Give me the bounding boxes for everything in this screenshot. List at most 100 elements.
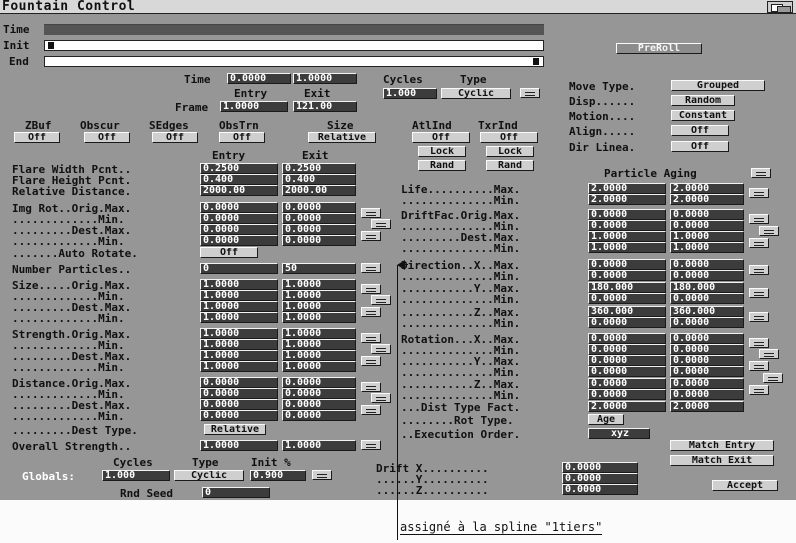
zbuf-button[interactable]: Off <box>14 132 60 143</box>
img-rot-link-icon[interactable] <box>371 219 391 229</box>
dist-type-fact-a[interactable]: 2.0000 <box>588 401 666 412</box>
img-rot-dest-min-entry[interactable]: 0.0000 <box>200 235 278 246</box>
rnd-seed-field[interactable]: 0 <box>202 487 270 498</box>
particle-aging-menu-icon[interactable] <box>751 168 771 178</box>
preroll-button[interactable]: PreRoll <box>616 43 702 54</box>
rotation-y-min-a[interactable]: 0.0000 <box>588 366 666 377</box>
size-dest-min-entry[interactable]: 1.0000 <box>200 312 278 323</box>
rotation-x-min-b[interactable]: 0.0000 <box>670 344 744 355</box>
obstrn-button[interactable]: Off <box>219 132 265 143</box>
img-rot-orig-max-exit[interactable]: 0.0000 <box>282 202 356 213</box>
drift-orig-max-a[interactable]: 0.0000 <box>588 209 666 220</box>
size-orig-max-exit[interactable]: 1.0000 <box>282 279 356 290</box>
rotation-z-min-a[interactable]: 0.0000 <box>588 389 666 400</box>
strength-dest-max-entry[interactable]: 1.0000 <box>200 350 278 361</box>
direction-z-min-b[interactable]: 0.0000 <box>670 317 744 328</box>
frame-entry-field[interactable]: 1.0000 <box>220 101 288 112</box>
rotation-x-min-a[interactable]: 0.0000 <box>588 344 666 355</box>
drift-link-icon[interactable] <box>759 226 779 236</box>
timeline-end-track[interactable] <box>44 56 544 67</box>
size-dest-menu-icon[interactable] <box>361 307 381 317</box>
type-cycle-button[interactable]: Cyclic <box>441 88 511 99</box>
time-exit-field[interactable]: 1.0000 <box>293 73 357 84</box>
direction-x-min-b[interactable]: 0.0000 <box>670 270 744 281</box>
drift-dest-max-a[interactable]: 1.0000 <box>588 231 666 242</box>
strength-dest-min-exit[interactable]: 1.0000 <box>282 361 356 372</box>
globals-init-field[interactable]: 0.900 <box>250 470 306 481</box>
rotation-x-max-b[interactable]: 0.0000 <box>670 333 744 344</box>
motion-button[interactable]: Constant <box>671 110 735 121</box>
atlind-button[interactable]: Off <box>412 132 470 143</box>
drift-x-field[interactable]: 0.0000 <box>562 462 638 473</box>
strength-dest-menu-icon[interactable] <box>361 356 381 366</box>
direction-x-max-a[interactable]: 0.0000 <box>588 259 666 270</box>
img-rot-orig-menu-icon[interactable] <box>361 208 381 218</box>
direction-z-max-b[interactable]: 360.000 <box>670 306 744 317</box>
img-rot-orig-max-entry[interactable]: 0.0000 <box>200 202 278 213</box>
distance-dest-max-entry[interactable]: 0.0000 <box>200 399 278 410</box>
accept-button[interactable]: Accept <box>712 480 778 491</box>
txrind-rand-button[interactable]: Rand <box>486 160 534 171</box>
rotation-y-min-b[interactable]: 0.0000 <box>670 366 744 377</box>
overall-strength-menu-icon[interactable] <box>361 440 381 450</box>
direction-y-min-a[interactable]: 0.0000 <box>588 293 666 304</box>
drift-orig-min-b[interactable]: 0.0000 <box>670 220 744 231</box>
txrind-lock-button[interactable]: Lock <box>486 146 534 157</box>
strength-orig-min-entry[interactable]: 1.0000 <box>200 339 278 350</box>
rotation-y-menu-icon[interactable] <box>749 361 769 371</box>
flare-height-exit[interactable]: 0.400 <box>282 174 356 185</box>
strength-link-icon[interactable] <box>371 344 391 354</box>
direction-z-menu-icon[interactable] <box>749 312 769 322</box>
drift-y-field[interactable]: 0.0000 <box>562 473 638 484</box>
disp-button[interactable]: Random <box>671 95 735 106</box>
direction-y-min-b[interactable]: 0.0000 <box>670 293 744 304</box>
size-orig-menu-icon[interactable] <box>361 284 381 294</box>
size-link-icon[interactable] <box>371 295 391 305</box>
rotation-x-link-icon[interactable] <box>759 349 779 359</box>
rotation-x-menu-icon[interactable] <box>749 338 769 348</box>
txrind-button[interactable]: Off <box>480 132 538 143</box>
rotation-y-max-a[interactable]: 0.0000 <box>588 355 666 366</box>
drift-dest-menu-icon[interactable] <box>749 238 769 248</box>
frame-exit-field[interactable]: 121.00 <box>293 101 357 112</box>
size-orig-min-entry[interactable]: 1.0000 <box>200 290 278 301</box>
rotation-y-max-b[interactable]: 0.0000 <box>670 355 744 366</box>
num-particles-entry[interactable]: 0 <box>200 263 278 274</box>
rotation-z-max-a[interactable]: 0.0000 <box>588 378 666 389</box>
drift-z-field[interactable]: 0.0000 <box>562 484 638 495</box>
rotation-y-link-icon[interactable] <box>763 373 783 383</box>
atlind-lock-button[interactable]: Lock <box>418 146 466 157</box>
direction-z-min-a[interactable]: 0.0000 <box>588 317 666 328</box>
distance-orig-min-entry[interactable]: 0.0000 <box>200 388 278 399</box>
init-slider-knob[interactable] <box>48 42 54 49</box>
life-max-a[interactable]: 2.0000 <box>588 183 666 194</box>
overall-strength-exit[interactable]: 1.0000 <box>282 440 356 451</box>
dest-type-button[interactable]: Relative <box>204 424 266 435</box>
direction-x-max-b[interactable]: 0.0000 <box>670 259 744 270</box>
drift-orig-max-b[interactable]: 0.0000 <box>670 209 744 220</box>
direction-z-max-a[interactable]: 360.000 <box>588 306 666 317</box>
rotation-x-max-a[interactable]: 0.0000 <box>588 333 666 344</box>
direction-x-min-a[interactable]: 0.0000 <box>588 270 666 281</box>
flare-width-exit[interactable]: 0.2500 <box>282 163 356 174</box>
img-rot-orig-min-entry[interactable]: 0.0000 <box>200 213 278 224</box>
num-particles-menu-icon[interactable] <box>361 263 381 273</box>
strength-dest-max-exit[interactable]: 1.0000 <box>282 350 356 361</box>
img-rot-dest-max-entry[interactable]: 0.0000 <box>200 224 278 235</box>
auto-rotate-button[interactable]: Off <box>200 247 258 258</box>
strength-dest-min-entry[interactable]: 1.0000 <box>200 361 278 372</box>
time-entry-field[interactable]: 0.0000 <box>227 73 291 84</box>
atlind-rand-button[interactable]: Rand <box>418 160 466 171</box>
globals-cycles-field[interactable]: 1.000 <box>102 470 170 481</box>
distance-orig-min-exit[interactable]: 0.0000 <box>282 388 356 399</box>
globals-type-button[interactable]: Cyclic <box>174 470 244 481</box>
img-rot-dest-max-exit[interactable]: 0.0000 <box>282 224 356 235</box>
move-type-button[interactable]: Grouped <box>671 80 765 91</box>
align-button[interactable]: Off <box>671 125 729 136</box>
rel-distance-exit[interactable]: 2000.00 <box>282 185 356 196</box>
drift-orig-min-a[interactable]: 0.0000 <box>588 220 666 231</box>
obscur-button[interactable]: Off <box>84 132 130 143</box>
life-menu-icon[interactable] <box>749 188 769 198</box>
rotation-z-max-b[interactable]: 0.0000 <box>670 378 744 389</box>
img-rot-dest-menu-icon[interactable] <box>361 231 381 241</box>
